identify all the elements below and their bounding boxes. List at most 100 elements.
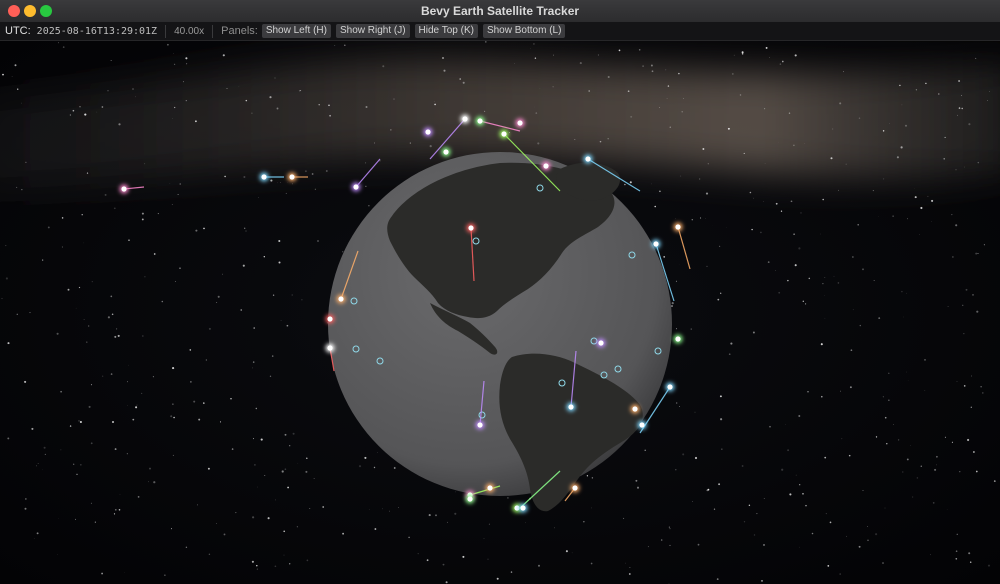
star bbox=[193, 400, 196, 403]
star bbox=[957, 114, 958, 116]
star bbox=[691, 218, 694, 221]
star bbox=[671, 305, 673, 307]
star bbox=[690, 328, 692, 330]
star bbox=[149, 467, 151, 470]
star bbox=[882, 396, 884, 398]
satellite-marker-icon[interactable] bbox=[462, 116, 468, 122]
star bbox=[901, 104, 903, 106]
satellite-marker-icon[interactable] bbox=[543, 163, 549, 169]
star bbox=[629, 567, 631, 569]
star bbox=[680, 175, 682, 177]
time-speed[interactable]: 40.00x bbox=[174, 26, 204, 37]
satellite-marker-icon[interactable] bbox=[572, 485, 578, 491]
star bbox=[943, 158, 945, 160]
star bbox=[630, 115, 633, 118]
star bbox=[987, 564, 991, 567]
satellite-marker-icon[interactable] bbox=[261, 174, 267, 180]
satellite-marker-icon[interactable] bbox=[675, 336, 681, 342]
star bbox=[17, 88, 19, 90]
star bbox=[743, 152, 745, 154]
star bbox=[83, 242, 85, 244]
satellite-marker-icon[interactable] bbox=[477, 118, 483, 124]
satellite-marker-icon[interactable] bbox=[639, 422, 645, 428]
star bbox=[368, 509, 370, 510]
satellite-marker-icon[interactable] bbox=[477, 422, 483, 428]
star bbox=[718, 483, 721, 486]
star bbox=[72, 109, 75, 112]
star bbox=[442, 563, 445, 566]
satellite-marker-icon[interactable] bbox=[327, 345, 333, 351]
star bbox=[24, 507, 27, 510]
star bbox=[96, 111, 98, 113]
star bbox=[958, 107, 961, 109]
star bbox=[748, 504, 751, 506]
star bbox=[254, 464, 256, 466]
satellite-marker-icon[interactable] bbox=[467, 496, 473, 502]
satellite-marker-icon[interactable] bbox=[632, 406, 638, 412]
star bbox=[230, 397, 232, 400]
star bbox=[956, 381, 958, 382]
satellite-marker-icon[interactable] bbox=[653, 241, 659, 247]
star bbox=[107, 90, 109, 92]
star bbox=[741, 51, 744, 54]
star bbox=[725, 227, 727, 228]
satellite-marker-icon[interactable] bbox=[667, 384, 673, 390]
satellite-marker-icon[interactable] bbox=[121, 186, 127, 192]
show-left-panel-button[interactable]: Show Left (H) bbox=[261, 24, 331, 38]
star bbox=[883, 178, 885, 180]
star bbox=[731, 72, 734, 75]
star bbox=[718, 245, 721, 248]
star bbox=[342, 251, 344, 253]
star bbox=[313, 478, 315, 479]
satellite-marker-icon[interactable] bbox=[598, 340, 604, 346]
star bbox=[660, 539, 663, 541]
star bbox=[700, 217, 702, 219]
show-right-panel-button[interactable]: Show Right (J) bbox=[335, 24, 410, 38]
star bbox=[47, 226, 50, 229]
satellite-marker-icon[interactable] bbox=[468, 225, 474, 231]
hide-top-panel-button[interactable]: Hide Top (K) bbox=[414, 24, 478, 38]
star bbox=[764, 108, 766, 110]
star bbox=[114, 448, 117, 451]
satellite-marker-icon[interactable] bbox=[425, 129, 431, 135]
3d-viewport[interactable] bbox=[0, 41, 1000, 584]
star bbox=[976, 310, 979, 313]
star bbox=[94, 521, 96, 523]
star bbox=[727, 127, 730, 130]
star bbox=[947, 305, 949, 308]
satellite-marker-icon[interactable] bbox=[501, 131, 507, 137]
star bbox=[663, 256, 666, 258]
star bbox=[134, 96, 136, 98]
star bbox=[973, 451, 975, 453]
star bbox=[651, 70, 654, 73]
satellite-marker-icon[interactable] bbox=[585, 156, 591, 162]
star bbox=[25, 498, 27, 500]
star bbox=[207, 467, 210, 470]
satellite-marker-icon[interactable] bbox=[443, 149, 449, 155]
star bbox=[955, 168, 957, 171]
star bbox=[936, 464, 937, 466]
satellite-marker-icon[interactable] bbox=[568, 404, 574, 410]
satellite-marker-icon[interactable] bbox=[289, 174, 295, 180]
star bbox=[24, 380, 27, 383]
satellite-marker-icon[interactable] bbox=[517, 120, 523, 126]
star bbox=[78, 420, 80, 422]
satellite-marker-icon[interactable] bbox=[520, 505, 526, 511]
star bbox=[837, 282, 840, 284]
star bbox=[135, 406, 138, 409]
satellite-marker-icon[interactable] bbox=[487, 485, 493, 491]
satellite-marker-icon[interactable] bbox=[353, 184, 359, 190]
satellite-marker-icon[interactable] bbox=[338, 296, 344, 302]
star bbox=[843, 71, 844, 73]
star bbox=[892, 215, 894, 217]
satellite-marker-icon[interactable] bbox=[675, 224, 681, 230]
star bbox=[373, 466, 376, 469]
star bbox=[579, 62, 582, 65]
star bbox=[852, 309, 854, 311]
show-bottom-panel-button[interactable]: Show Bottom (L) bbox=[482, 24, 566, 38]
star bbox=[86, 341, 88, 343]
star bbox=[659, 190, 661, 193]
title-bar[interactable]: Bevy Earth Satellite Tracker bbox=[0, 0, 1000, 23]
star bbox=[902, 316, 904, 318]
satellite-marker-icon[interactable] bbox=[327, 316, 333, 322]
